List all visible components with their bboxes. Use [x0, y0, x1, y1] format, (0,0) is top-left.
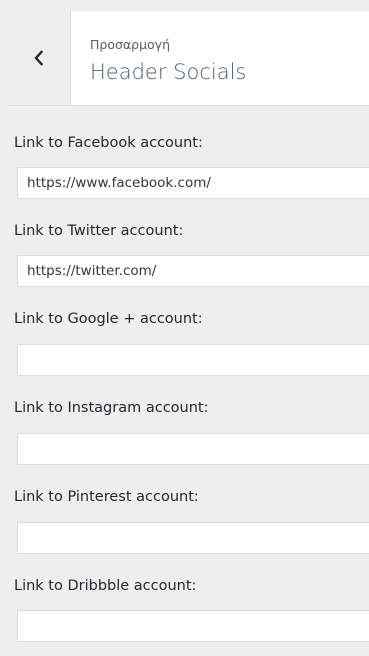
title-wrap: Προσαρμογή Header Socials [90, 37, 246, 86]
chevron-left-icon [33, 50, 43, 66]
label-dribbble: Link to Dribbble account: [14, 578, 197, 594]
pinterest-url-input[interactable] [17, 522, 369, 554]
section-header: Προσαρμογή Header Socials [7, 11, 369, 106]
facebook-url-input[interactable] [17, 167, 369, 199]
label-facebook: Link to Facebook account: [14, 135, 203, 151]
section-title: Header Socials [90, 60, 247, 84]
instagram-url-input[interactable] [17, 433, 369, 465]
label-twitter: Link to Twitter account: [14, 223, 184, 239]
label-pinterest: Link to Pinterest account: [14, 489, 199, 505]
customizer-panel: Προσαρμογή Header Socials Link to Facebo… [0, 0, 369, 656]
breadcrumb: Προσαρμογή [90, 37, 170, 52]
google-plus-url-input[interactable] [17, 344, 369, 376]
back-button[interactable] [7, 11, 71, 105]
label-instagram: Link to Instagram account: [14, 400, 209, 416]
dribbble-url-input[interactable] [17, 610, 369, 642]
twitter-url-input[interactable] [17, 255, 369, 287]
label-google-plus: Link to Google + account: [14, 311, 203, 327]
